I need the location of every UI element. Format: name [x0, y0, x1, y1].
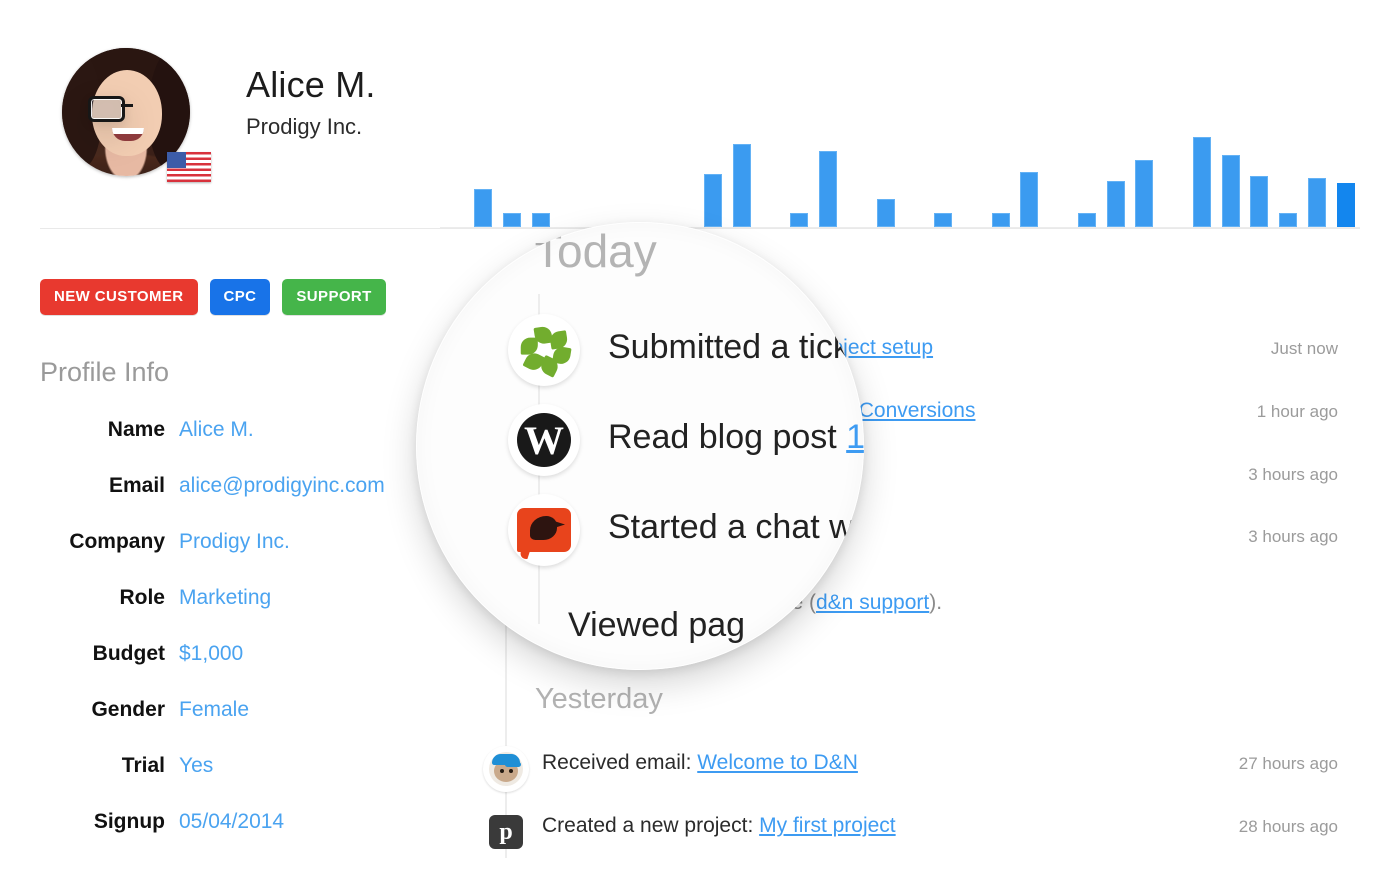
profile-info-list: Name Alice M. Email alice@prodigyinc.com Com… [0, 418, 430, 866]
chart-bar[interactable] [704, 173, 723, 227]
profile-field-value[interactable]: Alice M. [179, 418, 254, 442]
chart-bar[interactable] [1279, 213, 1298, 227]
glasses-lens-left [88, 96, 125, 122]
magnified-row-text: Viewed pag [568, 606, 746, 644]
magnified-activity-link[interactable]: 10 [846, 418, 864, 456]
activity-timestamp: Just now [1270, 339, 1338, 358]
profile-field-row: Name Alice M. [0, 418, 430, 474]
profile-field-value[interactable]: Prodigy Inc. [179, 530, 290, 554]
profile-field-row: Role Marketing [0, 586, 430, 642]
chart-bar[interactable] [1135, 159, 1154, 227]
profile-field-label: Company [69, 530, 165, 553]
zendesk-icon [520, 325, 572, 378]
magnified-activity-text: Submitted a ticket [608, 328, 864, 366]
profile-field-row: Gender Female [0, 698, 430, 754]
magnified-activity-icon [508, 494, 580, 566]
profile-field-label: Trial [121, 754, 165, 777]
activity-bar-chart[interactable] [440, 120, 1360, 228]
activity-timestamp: 3 hours ago [1248, 465, 1338, 484]
profile-field-label: Role [119, 586, 165, 609]
chart-bar[interactable] [876, 199, 895, 227]
profile-field-label: Name [107, 418, 165, 441]
glasses-bridge [121, 104, 133, 107]
flag-canton [167, 152, 186, 168]
magnified-activity-row[interactable]: W Read blog post 10 [416, 404, 864, 478]
chart-bar[interactable] [1077, 213, 1096, 227]
activity-link[interactable]: My first project [759, 814, 896, 837]
avatar-teeth [112, 128, 144, 134]
mailchimp-icon [489, 752, 523, 786]
activity-row[interactable]: Received email: Welcome to D&N 27 hours a… [470, 743, 1360, 792]
chart-bar[interactable] [819, 150, 838, 227]
avatar[interactable] [62, 48, 211, 188]
profile-field-row: Email alice@prodigyinc.com [0, 474, 430, 530]
tag-list: NEW CUSTOMER CPC SUPPORT [40, 279, 386, 315]
profile-info-heading: Profile Info [40, 357, 170, 387]
chart-bar[interactable] [1250, 176, 1269, 227]
chart-bar[interactable] [1336, 183, 1355, 227]
profile-field-label: Signup [93, 810, 165, 833]
activity-timestamp: 1 hour ago [1256, 402, 1338, 421]
activity-text: Created a new project: My first project [542, 814, 896, 837]
profile-field-value[interactable]: 05/04/2014 [179, 810, 284, 834]
chart-bar[interactable] [1192, 136, 1211, 227]
profile-field-row: Company Prodigy Inc. [0, 530, 430, 586]
activity-timestamp: 27 hours ago [1238, 754, 1338, 773]
profile-field-label: Email [108, 474, 165, 497]
page-title: Alice M. [246, 64, 376, 105]
profile-field-row: Trial Yes [0, 754, 430, 810]
activity-link[interactable]: Welcome to D&N [697, 751, 858, 774]
magnified-activity-row[interactable]: Submitted a ticket [416, 314, 864, 388]
magnified-activity-icon: W [508, 404, 580, 476]
magnified-activity-icon [508, 314, 580, 386]
feed-heading-yesterday: Yesterday [535, 683, 663, 715]
magnified-activity-row[interactable]: Started a chat wit [416, 494, 864, 568]
chart-bar[interactable] [1307, 178, 1326, 227]
magnified-row-viewed-page[interactable]: Viewed pag [416, 592, 864, 666]
profile-field-value[interactable]: alice@prodigyinc.com [179, 474, 385, 498]
chart-bar[interactable] [991, 213, 1010, 227]
chart-bar[interactable] [934, 213, 953, 227]
avatar-glasses [88, 96, 166, 122]
magnified-activity-text: Read blog post 10 [608, 418, 864, 457]
olark-icon [517, 508, 571, 552]
magnifier-lens: Today Submitted a ticket W Read blog post … [416, 222, 864, 670]
tag-new-customer[interactable]: NEW CUSTOMER [40, 279, 198, 315]
chart-bar[interactable] [1020, 171, 1039, 227]
chart-bar[interactable] [1221, 155, 1240, 227]
activity-timestamp: 3 hours ago [1248, 527, 1338, 546]
profile-field-label: Gender [91, 698, 165, 721]
header-company: Prodigy Inc. [246, 114, 363, 139]
profile-field-row: Budget $1,000 [0, 642, 430, 698]
wordpress-icon: W [517, 413, 571, 467]
tag-support[interactable]: SUPPORT [282, 279, 386, 315]
customer-profile-page: Alice M. Prodigy Inc. NEW CUSTOMER CPC SUP… [0, 0, 1400, 892]
activity-text: Received email: Welcome to D&N [542, 751, 858, 774]
profile-field-value[interactable]: Female [179, 698, 249, 722]
activity-timestamp: 28 hours ago [1238, 817, 1338, 836]
profile-field-row: Signup 05/04/2014 [0, 810, 430, 866]
activity-icon [483, 746, 529, 792]
magnified-heading-today: Today [534, 225, 657, 277]
activity-icon: p [483, 809, 529, 855]
profile-field-value[interactable]: Marketing [179, 586, 271, 610]
tag-cpc[interactable]: CPC [209, 279, 271, 315]
profile-field-value[interactable]: $1,000 [179, 642, 243, 666]
profile-field-value[interactable]: Yes [179, 754, 213, 778]
magnifier-content: Today Submitted a ticket W Read blog post … [416, 222, 864, 670]
chart-bar[interactable] [1106, 180, 1125, 227]
activity-row[interactable]: p Created a new project: My first project… [470, 806, 1360, 852]
magnified-activity-text: Started a chat wit [608, 508, 864, 546]
profile-field-label: Budget [92, 642, 165, 665]
project-icon: p [489, 815, 523, 849]
united-states-flag-icon [167, 152, 211, 182]
chart-bar[interactable] [732, 143, 751, 227]
